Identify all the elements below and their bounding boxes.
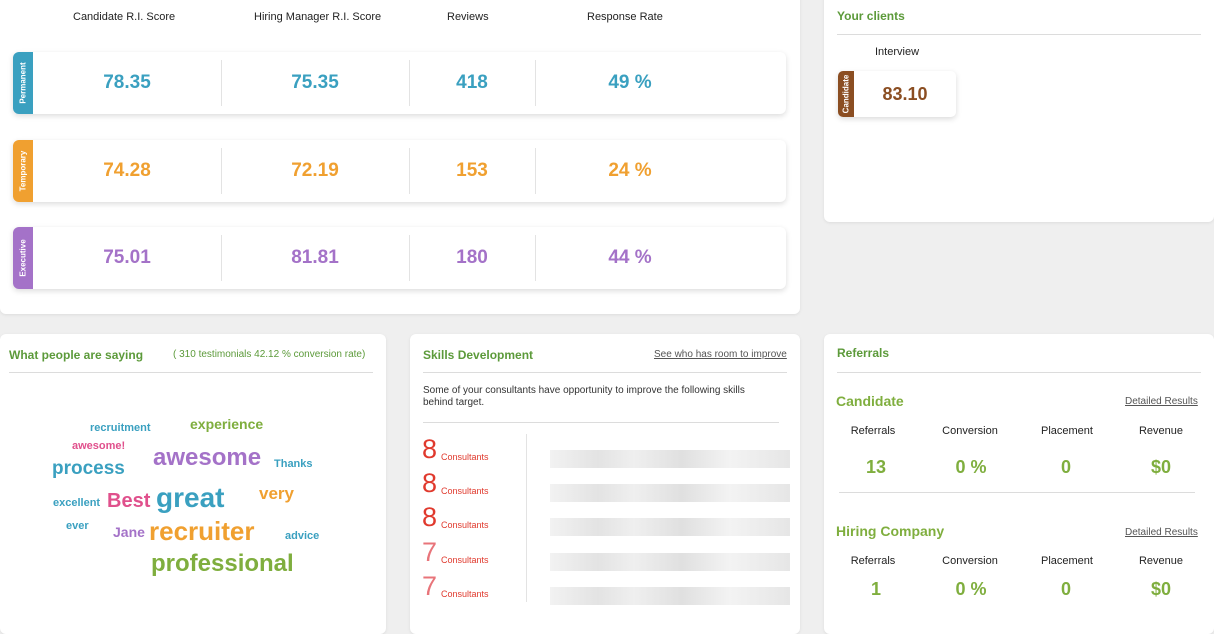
skill-name-blurred [550,484,790,502]
skills-card: Skills Development See who has room to i… [410,334,800,634]
clients-title: Your clients [837,9,905,23]
header-placement: Placement [1041,555,1093,567]
hiring-score: 75.35 [291,72,339,93]
header-conversion: Conversion [942,555,998,567]
referrals-title: Referrals [837,346,890,360]
hiring-company-detailed-results-link[interactable]: Detailed Results [1125,527,1198,538]
room-to-improve-link[interactable]: See who has room to improve [654,349,787,360]
score-row-temporary[interactable]: Temporary 74.28 72.19 153 24 % [13,140,786,202]
skill-name-blurred [550,587,790,605]
word-cloud-word: Best [107,490,151,512]
skill-count: 8 [422,502,438,532]
hiring-conversion: 0 % [955,579,987,599]
candidate-conversion: 0 % [955,457,987,477]
candidate-interview-score[interactable]: Candidate 83.10 [838,71,956,117]
word-cloud-word: great [156,482,225,513]
reviews-count: 180 [456,247,488,268]
header-referrals: Referrals [850,555,896,567]
candidate-section-title: Candidate [836,393,904,409]
row-tag-temporary: Temporary [13,140,33,202]
skill-unit: Consultants [441,555,489,565]
reviews-count: 153 [456,160,488,181]
skill-unit: Consultants [441,520,489,530]
hiring-score: 81.81 [291,247,339,268]
candidate-revenue: $0 [1150,457,1172,477]
response-rate: 49 % [608,72,652,93]
col-hiring-score: Hiring Manager R.I. Score [254,11,382,23]
score-row-executive[interactable]: Executive 75.01 81.81 180 44 % [13,227,786,289]
candidate-score: 74.28 [103,160,151,181]
hiring-placement: 0 [1060,579,1071,599]
word-cloud-word: experience [190,416,264,432]
word-cloud-word: recruitment [90,422,151,434]
word-cloud-word: advice [285,530,320,542]
skill-unit: Consultants [441,486,489,496]
candidate-score: 75.01 [103,247,151,268]
skill-count: 7 [422,537,438,567]
response-rate: 44 % [608,247,652,268]
word-cloud-word: professional [151,550,294,577]
testimonials-summary: ( 310 testimonials 42.12 % conversion ra… [173,349,366,360]
candidate-score-value: 83.10 [882,83,928,104]
skills-description: Some of your consultants have opportunit… [423,385,745,408]
candidate-score: 78.35 [103,72,151,93]
word-cloud-word: awesome! [72,440,126,452]
hiring-referrals: 1 [870,579,881,599]
word-cloud-word: ever [66,520,89,532]
hiring-score: 72.19 [291,160,339,181]
candidate-detailed-results-link[interactable]: Detailed Results [1125,396,1198,407]
header-placement: Placement [1041,425,1093,437]
skill-name-blurred [550,518,790,536]
skill-name-blurred [550,450,790,468]
testimonials-card: What people are saying ( 310 testimonial… [0,334,386,634]
hiring-revenue: $0 [1150,579,1172,599]
header-revenue: Revenue [1138,555,1184,567]
skill-count: 7 [422,571,438,601]
candidate-placement: 0 [1060,457,1071,477]
skill-name-blurred [550,553,790,571]
reviews-count: 418 [456,72,488,93]
word-cloud-word: process [52,458,125,479]
testimonials-title: What people are saying [9,348,144,362]
skill-unit: Consultants [441,452,489,462]
candidate-tag: Candidate [838,71,854,117]
col-reviews: Reviews [447,11,489,23]
word-cloud-word: Jane [113,524,145,540]
scores-card: Candidate R.I. Score Hiring Manager R.I.… [0,0,800,314]
col-response-rate: Response Rate [587,11,663,23]
word-cloud-word: excellent [53,497,101,509]
word-cloud-word: Thanks [274,458,313,470]
row-tag-permanent: Permanent [13,52,33,114]
referrals-card: Referrals Candidate Detailed Results Ref… [824,334,1214,634]
header-conversion: Conversion [942,425,998,437]
interview-label: Interview [875,46,920,58]
clients-card: Your clients Interview Candidate 83.10 [824,0,1214,222]
word-cloud-word: very [259,484,294,503]
candidate-referrals: 13 [865,457,887,477]
col-candidate-score: Candidate R.I. Score [73,11,176,23]
header-revenue: Revenue [1138,425,1184,437]
word-cloud-word: recruiter [149,516,255,546]
hiring-company-section-title: Hiring Company [836,523,945,539]
header-referrals: Referrals [850,425,896,437]
skill-count: 8 [422,468,438,498]
response-rate: 24 % [608,160,652,181]
word-cloud-word: awesome [153,444,262,471]
skills-title: Skills Development [423,348,534,362]
score-row-permanent[interactable]: Permanent 78.35 75.35 418 49 % [13,52,786,114]
skill-unit: Consultants [441,589,489,599]
skill-count: 8 [422,434,438,464]
row-tag-executive: Executive [13,227,33,289]
